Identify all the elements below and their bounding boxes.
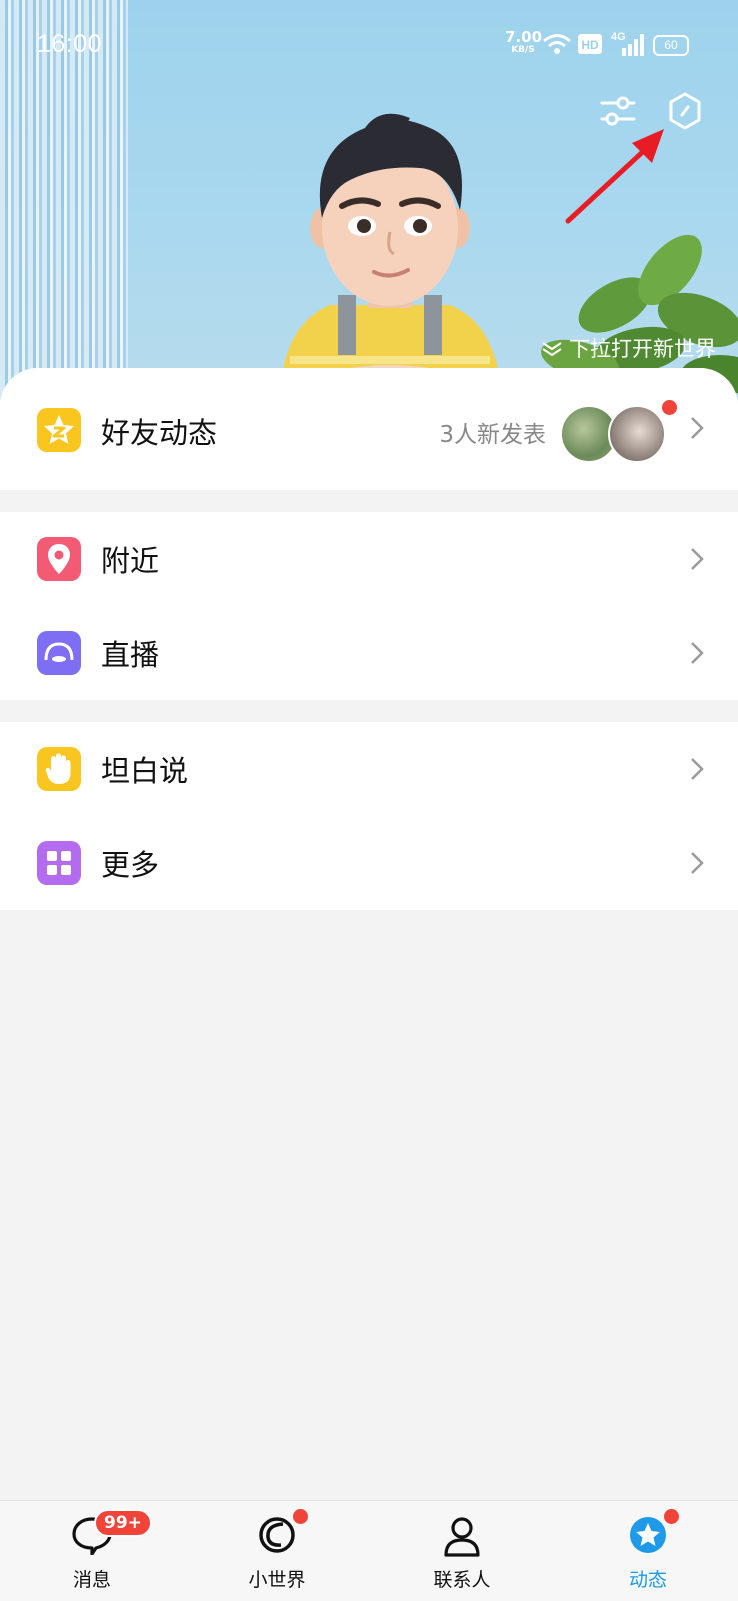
menu-group-1: 附近 直播 [0,512,738,700]
friends-feed-row[interactable]: 好友动态 3人新发表 [0,368,738,490]
more-row[interactable]: 更多 [0,816,738,910]
chevron-right-icon [691,642,704,664]
live-row[interactable]: 直播 [0,606,738,700]
avatar-3d[interactable] [270,110,510,400]
more-label: 更多 [101,848,160,882]
confess-label: 坦白说 [101,754,189,788]
tab-small-world[interactable]: 小世界 [207,1501,347,1601]
nearby-label: 附近 [101,544,160,578]
network-type: 4G [611,31,626,43]
friends-feed-label: 好友动态 [101,416,218,450]
settings-hexagon-icon[interactable] [668,92,702,130]
tab-messages-label: 消息 [72,1569,111,1591]
small-world-icon [259,1517,295,1553]
tab-small-world-label: 小世界 [248,1569,306,1591]
tab-feed-label: 动态 [628,1569,667,1591]
bottom-nav: 99+ 消息 小世界 联系人 动态 [0,1500,738,1601]
live-label: 直播 [101,638,160,672]
chevron-right-icon [691,758,704,780]
svg-text:HD: HD [581,38,599,52]
person-icon [444,1517,480,1557]
chevron-right-icon [691,417,704,439]
new-dot-badge [664,1509,679,1524]
hd-icon: HD [578,34,602,54]
filter-settings-icon[interactable] [600,94,636,128]
new-dot-badge [662,400,677,415]
tab-messages[interactable]: 99+ 消息 [22,1501,162,1601]
header-banner[interactable]: 16:00 7.00 KB/S HD 4G 60 下拉打开新世界 [0,0,738,400]
status-time: 16:00 [37,30,103,58]
pull-down-hint-label: 下拉打开新世界 [569,337,716,361]
hand-icon [37,747,81,791]
grid-apps-icon [37,841,81,885]
location-pin-icon [37,537,81,581]
pull-down-hint[interactable]: 下拉打开新世界 [541,333,716,363]
chevron-down-icon [542,342,562,356]
confess-row[interactable]: 坦白说 [0,722,738,816]
menu-group-2: 坦白说 更多 [0,722,738,910]
tab-contacts[interactable]: 联系人 [392,1501,532,1601]
chevron-right-icon [691,852,704,874]
content-sheet: 好友动态 3人新发表 附近 直播 坦白说 更多 [0,368,738,1500]
friends-star-icon [37,408,81,452]
new-dot-badge [293,1509,308,1524]
tab-feed[interactable]: 动态 [578,1501,718,1601]
friends-feed-subtitle: 3人新发表 [439,422,546,448]
chevron-right-icon [691,548,704,570]
battery-icon: 60 [653,35,689,56]
friends-group: 好友动态 3人新发表 [0,368,738,490]
wifi-icon [543,34,571,54]
network-speed: 7.00 KB/S [505,28,543,55]
feed-star-icon [630,1517,666,1553]
nearby-row[interactable]: 附近 [0,512,738,606]
status-bar: 16:00 7.00 KB/S HD 4G 60 [0,0,738,92]
tab-contacts-label: 联系人 [433,1569,491,1591]
unread-badge: 99+ [94,1509,152,1537]
friend-avatar [608,405,666,463]
live-stream-icon [37,631,81,675]
